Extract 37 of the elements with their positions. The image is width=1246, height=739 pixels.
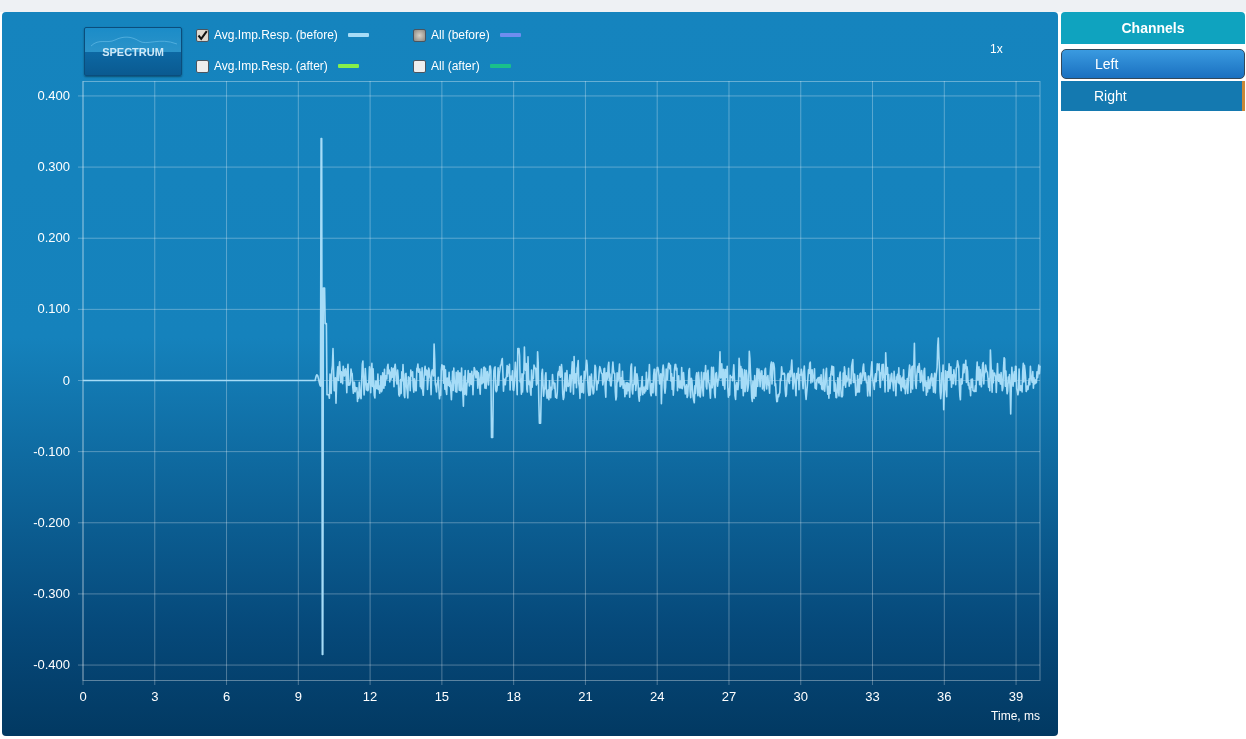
y-axis-label: 0.300 — [37, 159, 70, 175]
channel-item[interactable]: Left — [1061, 49, 1245, 79]
x-axis-label: 30 — [793, 689, 808, 704]
x-axis-label: 18 — [506, 689, 521, 704]
y-axis-label: -0.200 — [33, 514, 70, 530]
zoom-label: 1x — [990, 42, 1003, 56]
y-axis-label: -0.400 — [33, 657, 70, 673]
checkbox[interactable] — [413, 28, 426, 42]
x-axis-label: 36 — [937, 689, 952, 704]
legend-label: Avg.Imp.Resp. (after) — [214, 59, 328, 73]
x-axis-label: 0 — [79, 689, 87, 704]
y-axis-label: -0.300 — [33, 585, 70, 601]
x-axis-label: 21 — [578, 689, 593, 704]
x-axis-label: 3 — [151, 689, 159, 704]
x-axis-label: 33 — [865, 689, 880, 704]
x-axis-title: Time, ms — [991, 709, 1040, 723]
x-axis-label: 39 — [1008, 689, 1024, 704]
legend-label: All (after) — [431, 59, 480, 73]
y-axis-label: 0.100 — [37, 301, 70, 317]
checkbox[interactable] — [196, 59, 209, 73]
y-axis-label: -0.100 — [33, 443, 70, 459]
channels-title: Channels — [1061, 12, 1245, 44]
channel-item[interactable]: Right — [1061, 81, 1245, 111]
x-axis-label: 6 — [222, 689, 231, 704]
x-axis-label: 9 — [294, 689, 302, 704]
checkbox[interactable] — [196, 28, 209, 42]
x-axis-label: 27 — [721, 689, 737, 704]
x-axis-label: 24 — [649, 689, 665, 704]
y-axis-label: 0 — [62, 372, 70, 388]
checkbox[interactable] — [413, 59, 426, 73]
legend-label: Avg.Imp.Resp. (before) — [214, 28, 338, 42]
legend-label: All (before) — [431, 28, 490, 42]
y-axis-label: 0.400 — [37, 87, 70, 103]
spectrum-button[interactable]: SPECTRUM — [84, 27, 182, 76]
x-axis-label: 12 — [362, 689, 378, 704]
y-axis-label: 0.200 — [37, 230, 70, 246]
x-axis-label: 15 — [434, 689, 450, 704]
